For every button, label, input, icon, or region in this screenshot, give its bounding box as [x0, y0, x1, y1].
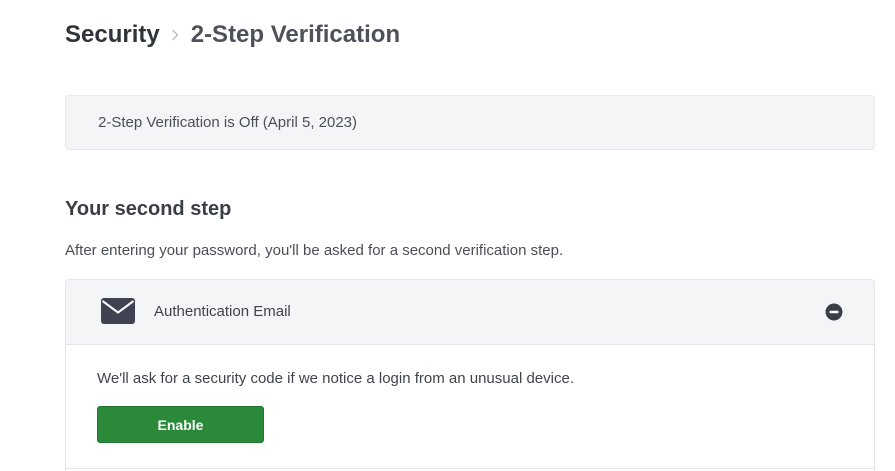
- enable-button[interactable]: Enable: [97, 406, 264, 443]
- chevron-right-icon: [171, 29, 179, 41]
- authentication-email-header[interactable]: Authentication Email: [66, 280, 874, 345]
- method-body-text: We'll ask for a security code if we noti…: [97, 370, 574, 387]
- envelope-icon: [101, 298, 135, 324]
- breadcrumb: Security 2-Step Verification: [65, 20, 400, 50]
- authentication-email-card: Authentication Email We'll ask for a sec…: [65, 279, 875, 471]
- page-title: 2-Step Verification: [190, 21, 401, 48]
- status-text: 2-Step Verification is Off (April 5, 202…: [98, 114, 358, 131]
- section-title: Your second step: [65, 198, 232, 220]
- section-description: After entering your password, you'll be …: [65, 242, 564, 259]
- divider: [66, 468, 874, 469]
- method-title: Authentication Email: [154, 303, 291, 320]
- minus-circle-icon[interactable]: [825, 303, 843, 321]
- authentication-email-body: We'll ask for a security code if we noti…: [66, 345, 874, 471]
- breadcrumb-security-link[interactable]: Security: [65, 21, 160, 49]
- status-banner: 2-Step Verification is Off (April 5, 202…: [65, 95, 875, 150]
